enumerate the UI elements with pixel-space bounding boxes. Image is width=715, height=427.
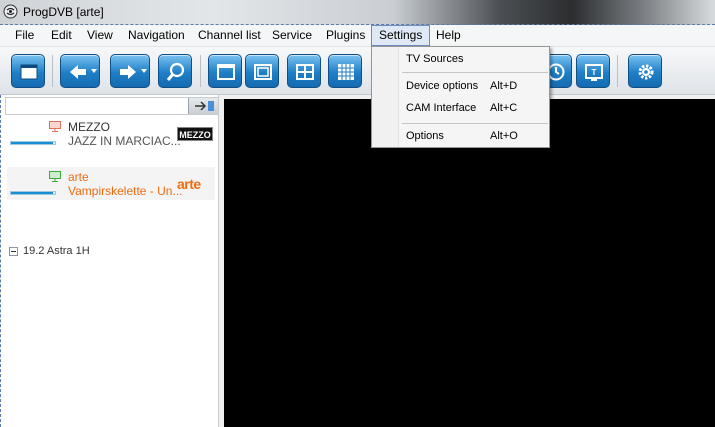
teletext-icon: T: [585, 64, 603, 81]
forward-icon: [120, 65, 136, 79]
channel-search-box: [5, 97, 219, 115]
menu-plugins[interactable]: Plugins: [319, 25, 372, 46]
menu-item-label: TV Sources: [406, 53, 464, 65]
toolbar-separator: [617, 55, 618, 87]
satellite-group-label: 19.2 Astra 1H: [23, 245, 90, 257]
menu-item-tv-sources[interactable]: TV Sources: [374, 48, 548, 70]
menu-item-shortcut: Alt+D: [490, 80, 518, 92]
menu-settings[interactable]: Settings: [371, 25, 431, 46]
toolbar-separator: [200, 55, 201, 87]
toolbar-window-button[interactable]: [11, 54, 45, 88]
toolbar-layout-quad-button[interactable]: [287, 54, 321, 88]
toolbar-teletext-button[interactable]: T: [576, 54, 610, 88]
back-icon: [70, 65, 86, 79]
channel-search-input[interactable]: [6, 98, 186, 114]
toolbar: T: [0, 47, 715, 95]
menu-item-shortcut: Alt+C: [490, 102, 518, 114]
toolbar-back-button[interactable]: [60, 54, 100, 88]
layout-quad-icon: [296, 64, 314, 80]
menu-view[interactable]: View: [80, 25, 120, 46]
menu-item-options[interactable]: Options Alt+O: [374, 125, 548, 147]
svg-text:T: T: [592, 68, 597, 77]
menu-item-shortcut: Alt+O: [490, 130, 518, 142]
channel-program: JAZZ IN MARCIAC...: [68, 134, 181, 148]
menu-help[interactable]: Help: [429, 25, 468, 46]
toolbar-layout-pip-button[interactable]: [245, 54, 279, 88]
toolbar-search-button[interactable]: [158, 54, 192, 88]
chevron-down-icon: [91, 69, 97, 73]
menu-item-label: Options: [406, 130, 444, 142]
video-screen[interactable]: [224, 99, 715, 427]
toolbar-settings-button[interactable]: [628, 54, 662, 88]
menu-navigation[interactable]: Navigation: [121, 25, 192, 46]
toolbar-forward-button[interactable]: [110, 54, 150, 88]
settings-dropdown-menu: TV Sources Device options Alt+D CAM Inte…: [371, 46, 550, 148]
channel-program: Vampirskelette - Un...: [68, 184, 183, 198]
channel-search-go-button[interactable]: [188, 98, 218, 114]
signal-bar: [10, 141, 56, 145]
menu-separator: [402, 123, 548, 124]
window-icon: [20, 64, 38, 80]
menu-file[interactable]: File: [8, 25, 41, 46]
search-icon: [166, 62, 185, 81]
channel-name: arte: [68, 170, 89, 184]
settings-gear-icon: [638, 64, 654, 80]
window-title: ProgDVB [arte]: [23, 5, 104, 19]
toolbar-layout-grid-button[interactable]: [328, 54, 362, 88]
channel-row-arte[interactable]: arte Vampirskelette - Un... arte: [7, 167, 215, 200]
channel-logo-arte: arte: [177, 176, 201, 192]
chevron-down-icon: [141, 69, 147, 73]
toolbar-separator: [52, 55, 53, 87]
satellite-group[interactable]: 19.2 Astra 1H: [7, 245, 215, 259]
progdvb-window: { "window": { "title": "ProgDVB [arte]",…: [0, 0, 715, 427]
menu-separator: [402, 72, 548, 73]
menu-item-label: CAM Interface: [406, 102, 477, 114]
layout-pip-icon: [254, 64, 272, 80]
channel-name: MEZZO: [68, 120, 110, 134]
tv-icon: [49, 171, 61, 182]
layout-single-icon: [217, 64, 235, 80]
app-logo-icon: [3, 4, 18, 19]
title-bar: ProgDVB [arte]: [0, 0, 715, 25]
menu-channel-list[interactable]: Channel list: [191, 25, 268, 46]
menu-item-device-options[interactable]: Device options Alt+D: [374, 75, 548, 97]
menu-item-cam-interface[interactable]: CAM Interface Alt+C: [374, 97, 548, 119]
toolbar-layout-single-button[interactable]: [208, 54, 242, 88]
menu-edit[interactable]: Edit: [44, 25, 79, 46]
signal-bar: [10, 191, 56, 195]
signal-bar-fill: [11, 192, 53, 194]
channel-list-panel: MEZZO JAZZ IN MARCIAC... MEZZO 19.2 Astr…: [0, 95, 219, 427]
channel-logo-mezzo: MEZZO: [177, 127, 213, 141]
signal-bar-fill: [11, 142, 53, 144]
arrow-right-icon: [195, 101, 214, 111]
menu-service[interactable]: Service: [265, 25, 319, 46]
collapse-icon[interactable]: [9, 247, 18, 256]
menu-bar: File Edit View Navigation Channel list S…: [0, 25, 715, 47]
tv-icon: [49, 121, 61, 132]
channel-row-mezzo[interactable]: MEZZO JAZZ IN MARCIAC... MEZZO: [7, 117, 215, 150]
layout-grid-icon: [338, 64, 354, 80]
menu-item-label: Device options: [406, 80, 479, 92]
